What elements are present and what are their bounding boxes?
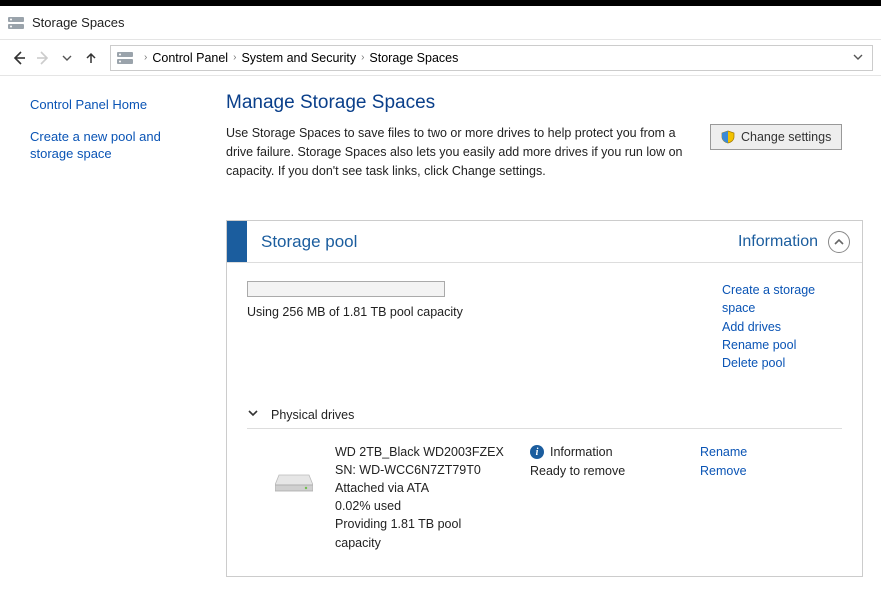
delete-pool-link[interactable]: Delete pool	[722, 354, 842, 372]
nav-back-button[interactable]	[8, 47, 30, 69]
physical-drives-label: Physical drives	[271, 408, 354, 422]
nav-row: › Control Panel › System and Security › …	[0, 40, 881, 76]
add-drives-link[interactable]: Add drives	[722, 318, 842, 336]
drive-row: WD 2TB_Black WD2003FZEX SN: WD-WCC6N7ZT7…	[247, 429, 842, 552]
drive-rename-link[interactable]: Rename	[700, 443, 747, 462]
change-settings-label: Change settings	[741, 130, 831, 144]
usage-bar	[247, 281, 445, 297]
address-dropdown-icon[interactable]	[850, 51, 866, 65]
chevron-right-icon[interactable]: ›	[361, 52, 364, 63]
chevron-right-icon[interactable]: ›	[144, 52, 147, 63]
nav-forward-button	[32, 47, 54, 69]
usage-text: Using 256 MB of 1.81 TB pool capacity	[247, 305, 463, 319]
panel-accent	[227, 221, 247, 262]
storage-spaces-icon	[8, 17, 24, 29]
nav-up-button[interactable]	[80, 47, 102, 69]
change-settings-button[interactable]: Change settings	[710, 124, 842, 150]
drive-attached: Attached via ATA	[335, 479, 510, 497]
intro-text: Use Storage Spaces to save files to two …	[226, 124, 686, 180]
nav-recent-dropdown[interactable]	[56, 47, 78, 69]
pool-actions: Create a storage space Add drives Rename…	[722, 281, 842, 372]
panel-information-link[interactable]: Information	[738, 233, 818, 251]
breadcrumb-item[interactable]: Control Panel	[152, 51, 228, 65]
sidebar: Control Panel Home Create a new pool and…	[0, 76, 214, 598]
storage-pool-panel: Storage pool Information Using 256 MB of…	[226, 220, 863, 576]
physical-drives-header[interactable]: Physical drives	[247, 408, 842, 429]
hard-drive-icon	[275, 443, 315, 552]
drive-remove-link[interactable]: Remove	[700, 462, 747, 481]
chevron-right-icon[interactable]: ›	[233, 52, 236, 63]
drive-providing: Providing 1.81 TB pool capacity	[335, 515, 510, 551]
window-title: Storage Spaces	[32, 15, 125, 30]
panel-title: Storage pool	[247, 232, 738, 252]
title-bar: Storage Spaces	[0, 6, 881, 40]
panel-header: Storage pool Information	[227, 221, 862, 263]
info-icon: i	[530, 445, 544, 459]
drive-status-info: Information	[550, 443, 613, 462]
breadcrumb-item[interactable]: Storage Spaces	[369, 51, 458, 65]
collapse-button[interactable]	[828, 231, 850, 253]
main-content: Manage Storage Spaces Use Storage Spaces…	[214, 76, 881, 598]
drive-status-ready: Ready to remove	[530, 462, 680, 481]
page-title: Manage Storage Spaces	[226, 92, 863, 114]
drive-serial: SN: WD-WCC6N7ZT79T0	[335, 461, 510, 479]
chevron-down-icon[interactable]	[247, 408, 259, 421]
rename-pool-link[interactable]: Rename pool	[722, 336, 842, 354]
drive-status: i Information Ready to remove	[530, 443, 680, 552]
drive-model: WD 2TB_Black WD2003FZEX	[335, 443, 510, 461]
storage-spaces-icon	[117, 52, 133, 64]
drive-info: WD 2TB_Black WD2003FZEX SN: WD-WCC6N7ZT7…	[335, 443, 510, 552]
sidebar-create-pool[interactable]: Create a new pool and storage space	[30, 128, 200, 163]
drive-used: 0.02% used	[335, 497, 510, 515]
sidebar-control-panel-home[interactable]: Control Panel Home	[30, 96, 200, 114]
drive-actions: Rename Remove	[700, 443, 747, 552]
shield-icon	[721, 130, 735, 144]
create-storage-space-link[interactable]: Create a storage space	[722, 281, 842, 317]
breadcrumb-item[interactable]: System and Security	[241, 51, 356, 65]
address-bar[interactable]: › Control Panel › System and Security › …	[110, 45, 873, 71]
